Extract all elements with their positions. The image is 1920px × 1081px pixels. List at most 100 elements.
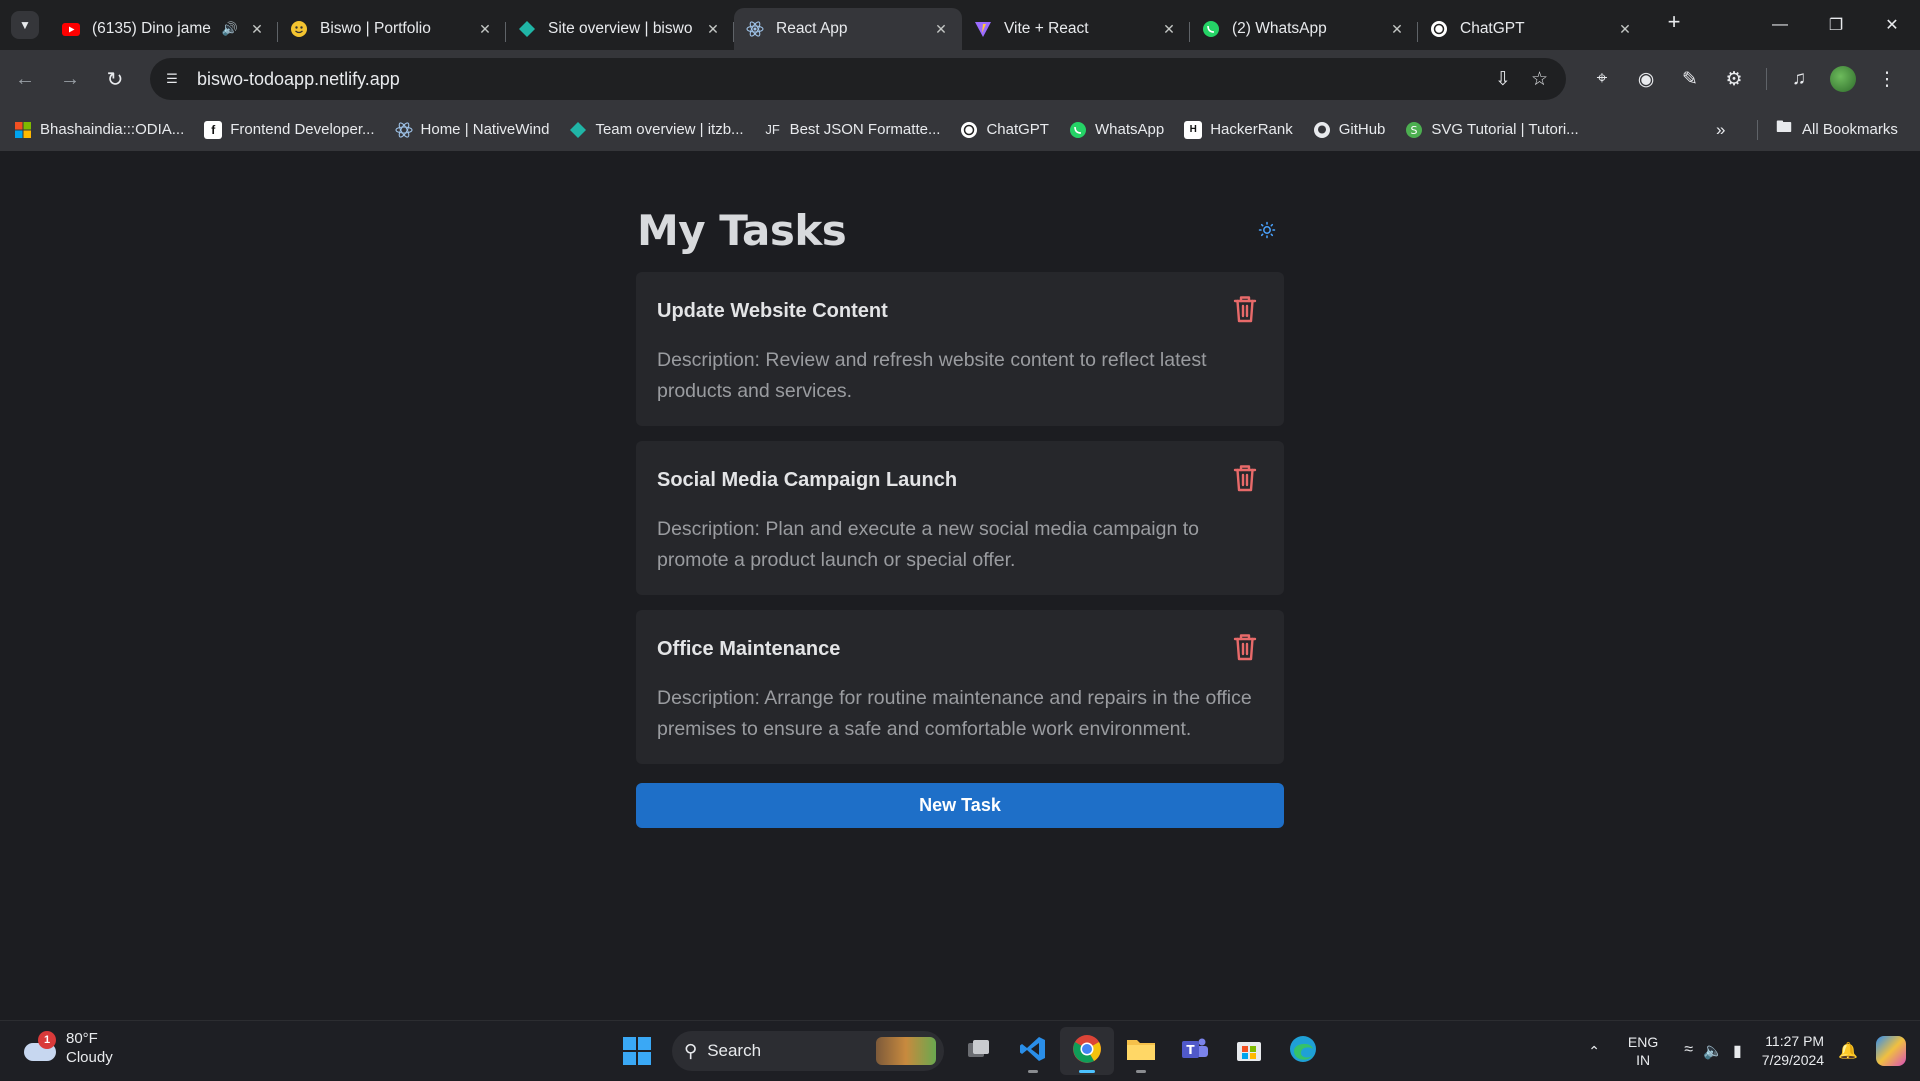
system-tray: ⌃ ENG IN ≈ 🔈 ▮ 11:27 PM 7/29/2024 🔔	[1588, 1021, 1920, 1081]
site-info-icon[interactable]: ☰	[157, 64, 187, 94]
delete-task-button[interactable]	[1230, 632, 1260, 666]
start-button[interactable]	[610, 1027, 664, 1075]
notification-bell-icon[interactable]: 🔔	[1838, 1041, 1858, 1061]
theme-toggle-button[interactable]	[1252, 217, 1282, 247]
teams-app[interactable]: T	[1168, 1027, 1222, 1075]
close-icon[interactable]: ✕	[476, 21, 494, 38]
file-explorer-app[interactable]	[1114, 1027, 1168, 1075]
task-view-button[interactable]	[952, 1027, 1006, 1075]
forward-button[interactable]: →	[50, 59, 90, 99]
reload-button[interactable]: ↻	[95, 59, 135, 99]
bookmark-label: ChatGPT	[986, 121, 1049, 138]
bookmark-star-icon[interactable]: ☆	[1531, 68, 1548, 91]
taskbar-search[interactable]: ⚲ Search	[672, 1031, 944, 1071]
task-card[interactable]: Update Website Content Description: Revi…	[636, 272, 1284, 426]
close-window-button[interactable]: ✕	[1864, 0, 1920, 50]
tab-title: Biswo | Portfolio	[320, 20, 431, 37]
input-language[interactable]: ENG IN	[1628, 1033, 1658, 1069]
bookmark-item[interactable]: Bhashaindia:::ODIA...	[14, 121, 184, 139]
bookmark-label: Home | NativeWind	[420, 121, 550, 138]
battery-icon: ▮	[1732, 1043, 1742, 1060]
media-control-icon[interactable]: ♫	[1777, 50, 1821, 108]
tab-chatgpt[interactable]: ChatGPT ✕	[1418, 8, 1646, 50]
windows-icon	[14, 121, 32, 139]
tab-title: ChatGPT	[1460, 20, 1525, 37]
copilot-icon[interactable]	[1876, 1036, 1906, 1066]
close-icon[interactable]: ✕	[248, 21, 266, 38]
task-description: Description: Arrange for routine mainten…	[657, 687, 1252, 740]
back-button[interactable]: ←	[5, 59, 45, 99]
chatgpt-icon	[960, 121, 978, 139]
tab-netlify[interactable]: Site overview | biswo ✕	[506, 8, 734, 50]
weather-temp: 80°F	[66, 1030, 98, 1047]
search-icon: ⚲	[684, 1040, 698, 1061]
jf-icon: JF	[765, 122, 780, 137]
chrome-app[interactable]	[1060, 1027, 1114, 1075]
crop-icon[interactable]: ⌖	[1580, 50, 1624, 108]
bookmark-item[interactable]: WhatsApp	[1069, 121, 1164, 139]
more-bookmarks-chevron-icon[interactable]: »	[1716, 108, 1725, 151]
weather-widget[interactable]: 1 80°F Cloudy	[22, 1029, 113, 1067]
browser-toolbar: ← → ↻ ☰ biswo-todoapp.netlify.app ⇩ ☆ ⌖ …	[0, 50, 1920, 108]
tab-portfolio[interactable]: Biswo | Portfolio ✕	[278, 8, 506, 50]
delete-task-button[interactable]	[1230, 463, 1260, 497]
tab-youtube[interactable]: (6135) Dino jame 🔊 ✕	[50, 8, 278, 50]
address-bar[interactable]: ☰ biswo-todoapp.netlify.app ⇩ ☆	[150, 58, 1566, 100]
minimize-button[interactable]: —	[1752, 0, 1808, 50]
folder-icon	[1126, 1036, 1156, 1067]
task-card[interactable]: Social Media Campaign Launch Description…	[636, 441, 1284, 595]
bookmark-label: GitHub	[1338, 121, 1386, 138]
record-icon[interactable]: ◉	[1624, 50, 1668, 108]
quick-settings[interactable]: ≈ 🔈 ▮	[1684, 1041, 1742, 1061]
microsoft-store-app[interactable]	[1222, 1027, 1276, 1075]
bookmark-item[interactable]: JF Best JSON Formatte...	[764, 121, 940, 139]
delete-task-button[interactable]	[1230, 294, 1260, 328]
eyedropper-icon[interactable]: ✎	[1668, 50, 1712, 108]
bookmark-item[interactable]: S SVG Tutorial | Tutori...	[1405, 121, 1579, 139]
bookmark-label: WhatsApp	[1094, 121, 1165, 138]
tab-list: (6135) Dino jame 🔊 ✕ Biswo | Portfolio ✕…	[50, 0, 1646, 50]
tab-react-app[interactable]: React App ✕	[734, 8, 962, 50]
vscode-app[interactable]	[1006, 1027, 1060, 1075]
bookmark-item[interactable]: GitHub	[1313, 121, 1386, 139]
restore-button[interactable]: ❐	[1808, 0, 1864, 50]
chrome-icon	[1072, 1034, 1102, 1069]
bookmark-item[interactable]: ChatGPT	[960, 121, 1049, 139]
lang-region: IN	[1636, 1052, 1651, 1068]
chevron-up-icon[interactable]: ⌃	[1588, 1043, 1600, 1060]
bookmark-item[interactable]: H HackerRank	[1184, 120, 1293, 139]
new-tab-button[interactable]: +	[1658, 6, 1690, 38]
install-app-icon[interactable]: ⇩	[1495, 68, 1511, 91]
close-icon[interactable]: ✕	[1160, 21, 1178, 38]
task-title: Social Media Campaign Launch	[657, 469, 958, 491]
task-card[interactable]: Office Maintenance Description: Arrange …	[636, 610, 1284, 764]
task-title: Office Maintenance	[657, 638, 841, 660]
menu-kebab-icon[interactable]: ⋮	[1865, 50, 1909, 108]
speaker-icon[interactable]: 🔊	[222, 21, 238, 37]
whatsapp-icon	[1202, 20, 1220, 38]
tab-whatsapp[interactable]: (2) WhatsApp ✕	[1190, 8, 1418, 50]
bookmark-item[interactable]: f Frontend Developer...	[204, 120, 375, 139]
tab-vite[interactable]: Vite + React ✕	[962, 8, 1190, 50]
bookmark-item[interactable]: Home | NativeWind	[394, 121, 550, 139]
extensions-icon[interactable]: ⚙	[1712, 50, 1756, 108]
close-icon[interactable]: ✕	[1616, 21, 1634, 38]
close-icon[interactable]: ✕	[932, 21, 950, 38]
profile-avatar[interactable]	[1830, 66, 1856, 92]
bookmark-label: Team overview | itzb...	[595, 121, 744, 138]
tab-search-button[interactable]: ▼	[11, 11, 39, 39]
new-task-button[interactable]: New Task	[636, 783, 1284, 828]
toolbar-divider	[1766, 68, 1767, 90]
bookmark-item[interactable]: Team overview | itzb...	[569, 121, 744, 139]
close-icon[interactable]: ✕	[1388, 21, 1406, 38]
url-text[interactable]: biswo-todoapp.netlify.app	[197, 69, 400, 90]
trash-icon	[1233, 295, 1257, 328]
close-icon[interactable]: ✕	[704, 21, 722, 38]
arrow-right-icon: →	[60, 67, 80, 90]
page-viewport: My Tasks Update Website Content Descript…	[0, 151, 1920, 1020]
store-icon	[1236, 1036, 1262, 1067]
clock[interactable]: 11:27 PM 7/29/2024	[1762, 1032, 1824, 1070]
all-bookmarks-button[interactable]: 🖿 All Bookmarks	[1776, 108, 1898, 151]
os-taskbar: 1 80°F Cloudy ⚲ Search T ⌃ ENG IN ≈ 🔈 ▮ …	[0, 1020, 1920, 1080]
edge-app[interactable]	[1276, 1027, 1330, 1075]
